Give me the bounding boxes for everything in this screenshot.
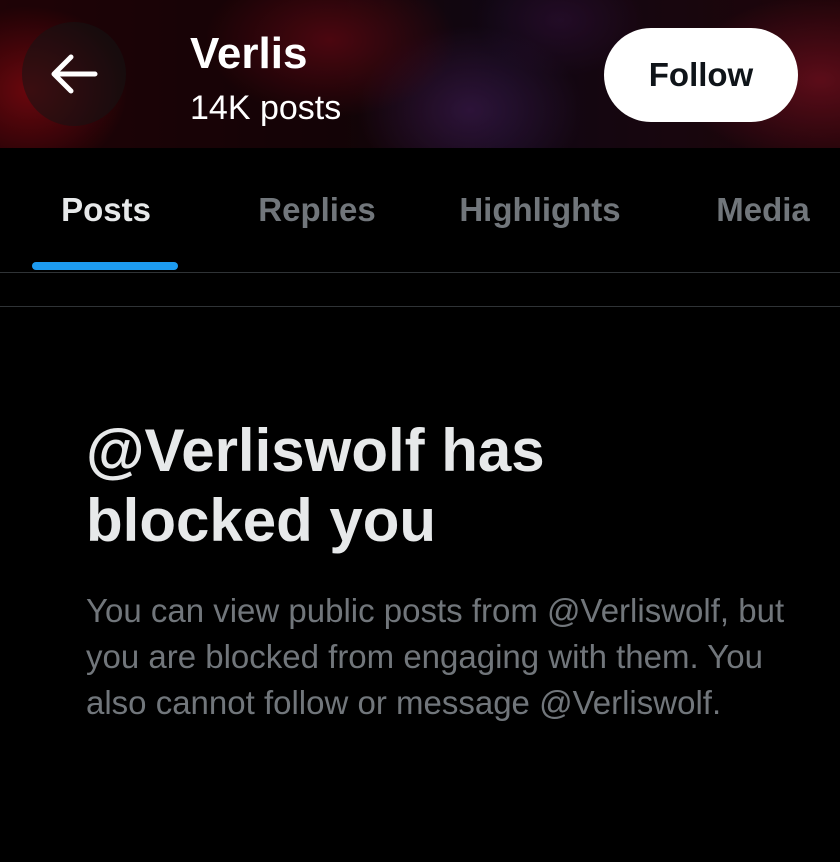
tab-replies[interactable]: Replies — [212, 148, 422, 272]
follow-button[interactable]: Follow — [604, 28, 798, 122]
profile-header-banner: Verlis 14K posts Follow — [0, 0, 840, 148]
tab-posts[interactable]: Posts — [0, 148, 212, 272]
profile-tabs: Posts Replies Highlights Media — [0, 148, 840, 273]
active-tab-indicator — [32, 262, 178, 270]
tab-highlights[interactable]: Highlights — [422, 148, 658, 272]
back-button[interactable] — [22, 22, 126, 126]
section-divider — [0, 306, 840, 307]
post-count: 14K posts — [190, 89, 342, 127]
arrow-left-icon — [49, 53, 99, 95]
blocked-description: You can view public posts from @Verliswo… — [86, 592, 785, 721]
tab-media[interactable]: Media — [658, 148, 840, 272]
profile-name: Verlis — [190, 29, 308, 78]
blocked-title: @Verliswolf has blocked you — [86, 417, 545, 554]
